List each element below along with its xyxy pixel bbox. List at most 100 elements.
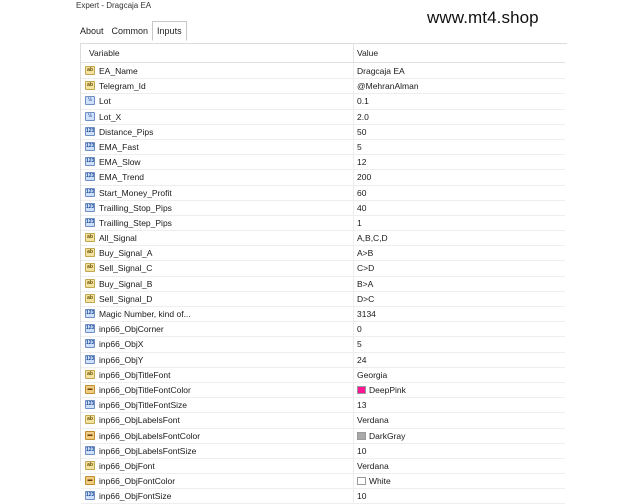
color-swatch[interactable] — [357, 385, 366, 394]
variable-value[interactable]: 13 — [357, 400, 366, 410]
color-swatch[interactable] — [357, 431, 366, 440]
variable-value[interactable]: D>C — [357, 294, 374, 304]
variable-value-text: 200 — [357, 172, 372, 183]
cell-divider — [353, 337, 354, 352]
column-header-variable[interactable]: Variable — [89, 48, 120, 58]
cell-divider — [353, 428, 354, 443]
column-header-value[interactable]: Value — [357, 48, 378, 58]
integer-icon: 123 — [85, 445, 95, 455]
variable-value[interactable]: Verdana — [357, 461, 389, 471]
variable-value[interactable]: 2.0 — [357, 112, 369, 122]
color-icon: ▬ — [85, 430, 95, 440]
table-row[interactable]: ab Sell_Signal_C C>D — [81, 261, 565, 277]
variable-value[interactable]: B>A — [357, 279, 373, 289]
table-row[interactable]: ab Sell_Signal_D D>C — [81, 291, 565, 307]
variable-value[interactable]: 1 — [357, 218, 362, 228]
variable-value[interactable]: 12 — [357, 157, 366, 167]
cell-divider — [353, 170, 354, 185]
integer-icon: 123 — [85, 400, 95, 410]
table-row[interactable]: 123 Start_Money_Profit 60 — [81, 185, 565, 201]
cell-divider — [353, 276, 354, 291]
table-row[interactable]: ab Buy_Signal_B B>A — [81, 276, 565, 292]
variable-name: inp66_ObjTitleFontSize — [99, 400, 188, 411]
table-row[interactable]: 123 Trailling_Stop_Pips 40 — [81, 200, 565, 216]
table-header: Variable Value — [81, 44, 565, 63]
table-row[interactable]: ab EA_Name Dragcaja EA — [81, 64, 565, 80]
variable-value[interactable]: 5 — [357, 339, 362, 349]
table-row[interactable]: 123 inp66_ObjTitleFontSize 13 — [81, 398, 565, 414]
variable-name: inp66_ObjCorner — [99, 324, 164, 335]
variable-value[interactable]: Dragcaja EA — [357, 66, 405, 76]
variable-value[interactable]: DarkGray — [357, 431, 405, 441]
watermark: www.mt4.shop — [427, 8, 539, 27]
table-row[interactable]: ½ Lot_X 2.0 — [81, 109, 565, 125]
table-row[interactable]: ab Buy_Signal_A A>B — [81, 246, 565, 262]
variable-name: EMA_Fast — [99, 141, 139, 152]
table-row[interactable]: ½ Lot 0.1 — [81, 94, 565, 110]
variable-value[interactable]: C>D — [357, 263, 374, 273]
cell-divider — [353, 139, 354, 155]
table-row[interactable]: ab All_Signal A,B,C,D — [81, 231, 565, 247]
column-divider[interactable] — [353, 44, 354, 62]
variable-value[interactable]: DeepPink — [357, 385, 406, 395]
cell-divider — [353, 155, 354, 170]
string-icon: ab — [85, 369, 95, 379]
cell-divider — [353, 94, 354, 109]
tab-common[interactable]: Common — [108, 22, 153, 40]
table-row[interactable]: ab inp66_ObjTitleFont Georgia — [81, 367, 565, 383]
variable-name: Sell_Signal_C — [99, 263, 153, 274]
variable-value[interactable]: 0 — [357, 324, 362, 334]
tab-inputs[interactable]: Inputs — [152, 21, 187, 41]
cell-divider — [353, 231, 354, 246]
variable-value[interactable]: 5 — [357, 142, 362, 152]
variable-value[interactable]: @MehranAlman — [357, 81, 419, 91]
table-row[interactable]: 123 Trailling_Step_Pips 1 — [81, 215, 565, 232]
variable-value-text: Verdana — [357, 415, 389, 426]
variable-name: Start_Money_Profit — [99, 187, 172, 198]
table-row[interactable]: ▬ inp66_ObjFontColor White — [81, 474, 565, 490]
cell-divider — [353, 352, 354, 367]
variable-name: Distance_Pips — [99, 126, 154, 137]
variable-value[interactable]: 3134 — [357, 309, 376, 319]
cell-divider — [353, 489, 354, 504]
cell-divider — [353, 307, 354, 322]
tab-about[interactable]: About — [76, 22, 108, 40]
table-row[interactable]: 123 Magic Number, kind of... 3134 — [81, 307, 565, 323]
table-row[interactable]: 123 inp66_ObjX 5 — [81, 337, 565, 353]
table-row[interactable]: ab inp66_ObjLabelsFont Verdana — [81, 413, 565, 429]
variable-value[interactable]: 24 — [357, 355, 366, 365]
table-row[interactable]: 123 inp66_ObjCorner 0 — [81, 322, 565, 338]
color-swatch[interactable] — [357, 477, 366, 486]
variable-value[interactable]: 10 — [357, 491, 366, 501]
variable-value[interactable]: 200 — [357, 172, 371, 182]
variable-value[interactable]: 0.1 — [357, 96, 369, 106]
table-row[interactable]: 123 Distance_Pips 50 — [81, 124, 565, 140]
table-row[interactable]: ▬ inp66_ObjLabelsFontColor DarkGray — [81, 428, 565, 444]
variable-value-text: 10 — [357, 491, 367, 502]
table-row[interactable]: 123 inp66_ObjFontSize 10 — [81, 489, 565, 504]
table-row[interactable]: 123 EMA_Fast 5 — [81, 139, 565, 156]
variable-value[interactable]: 60 — [357, 188, 366, 198]
inputs-panel: Variable Value ab EA_Name Dragcaja EA ab Tel… — [80, 43, 567, 504]
table-row[interactable]: ▬ inp66_ObjTitleFontColor DeepPink — [81, 382, 565, 399]
table-row[interactable]: 123 inp66_ObjY 24 — [81, 352, 565, 368]
variable-value[interactable]: A>B — [357, 248, 373, 258]
variable-value[interactable]: A,B,C,D — [357, 233, 388, 243]
table-row[interactable]: ab inp66_ObjFont Verdana — [81, 458, 565, 475]
table-row[interactable]: 123 EMA_Slow 12 — [81, 155, 565, 171]
variable-value-text: 2.0 — [357, 111, 369, 122]
variable-value[interactable]: 10 — [357, 446, 366, 456]
variable-value[interactable]: 40 — [357, 203, 366, 213]
table-row[interactable]: 123 EMA_Trend 200 — [81, 170, 565, 186]
variable-value-text: 50 — [357, 126, 367, 137]
cell-divider — [353, 109, 354, 124]
inputs-table: ab EA_Name Dragcaja EA ab Telegram_Id @Mehran… — [81, 64, 565, 504]
variable-value[interactable]: White — [357, 476, 391, 486]
cell-divider — [353, 458, 354, 474]
table-row[interactable]: ab Telegram_Id @MehranAlman — [81, 79, 565, 95]
variable-value[interactable]: Verdana — [357, 415, 389, 425]
variable-value[interactable]: 50 — [357, 127, 366, 137]
variable-name: inp66_ObjTitleFontColor — [99, 384, 191, 395]
table-row[interactable]: 123 inp66_ObjLabelsFontSize 10 — [81, 443, 565, 459]
variable-value[interactable]: Georgia — [357, 370, 387, 380]
